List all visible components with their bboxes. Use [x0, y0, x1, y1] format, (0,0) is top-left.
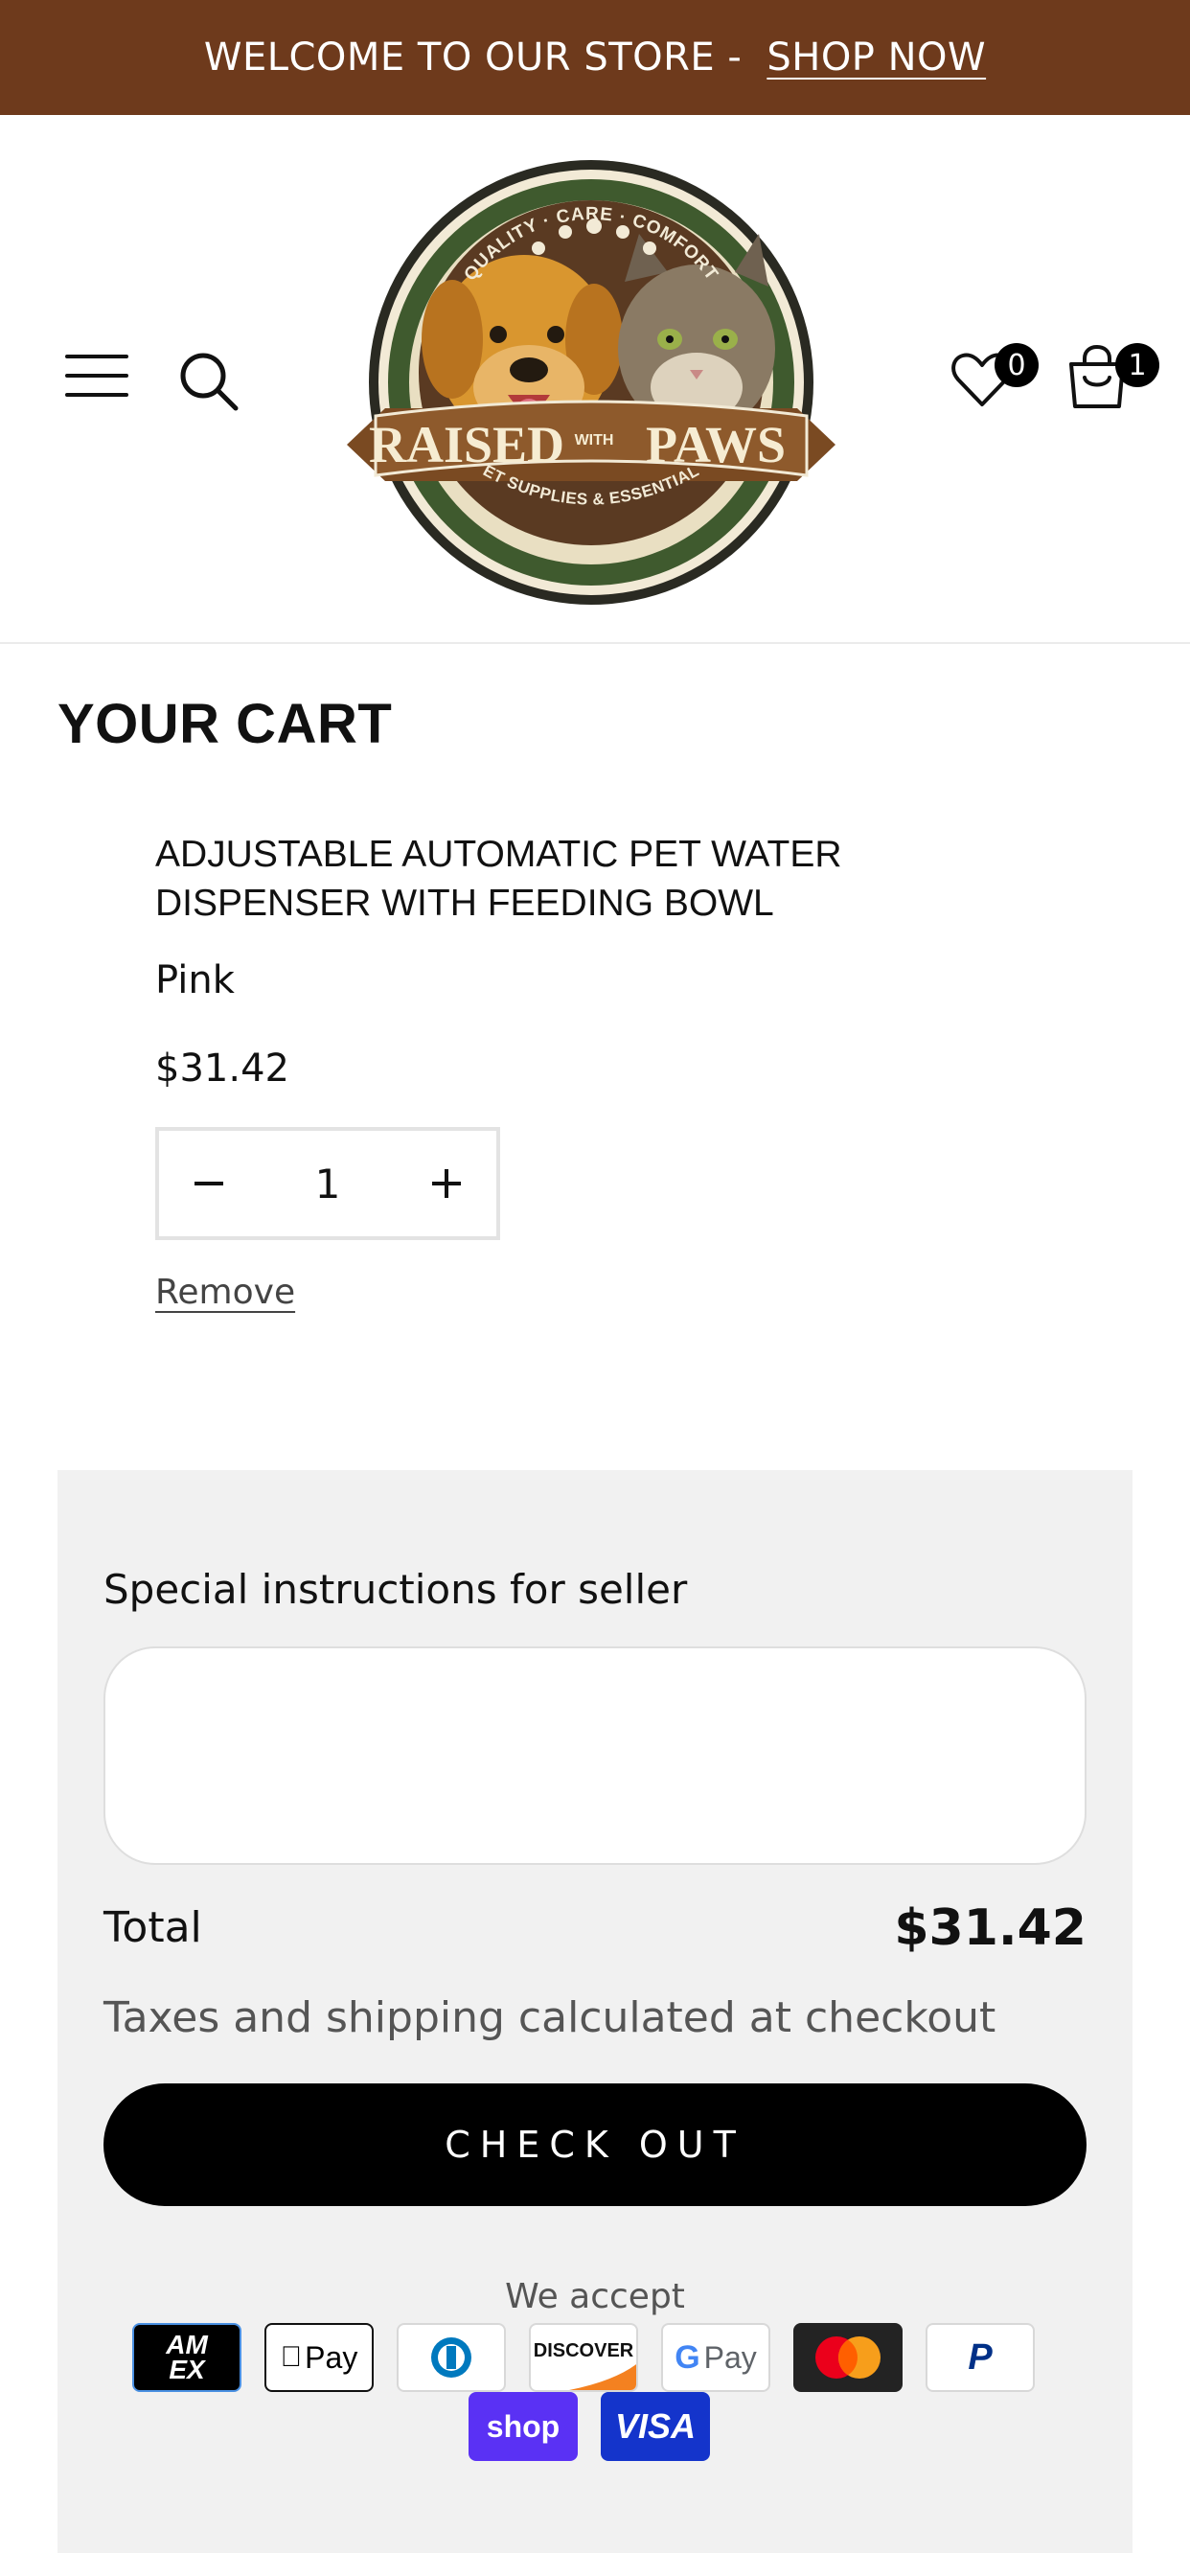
search-icon[interactable]: [178, 351, 240, 412]
shop-pay-text: shop: [486, 2408, 561, 2444]
amex-icon: AM EX: [132, 2323, 241, 2392]
increase-quantity-button[interactable]: [397, 1131, 496, 1236]
total-value: $31.42: [894, 1899, 1087, 1957]
announcement-bar: WELCOME TO OUR STORE - SHOP NOW: [0, 0, 1190, 115]
logo-brand-right: PAWS: [646, 416, 786, 473]
store-logo[interactable]: QUALITY · CARE · COMFORT RAISED WITH PAW…: [347, 157, 835, 608]
discover-text: DISCOVER: [533, 2339, 634, 2361]
mastercard-icon: [793, 2323, 903, 2392]
diners-club-icon: [397, 2323, 506, 2392]
apple-pay-icon:  Pay: [264, 2323, 374, 2392]
shop-now-link[interactable]: SHOP NOW: [767, 35, 986, 80]
total-label: Total: [103, 1903, 202, 1952]
minus-icon: [195, 1182, 223, 1185]
discover-icon: DISCOVER: [529, 2323, 638, 2392]
hamburger-icon[interactable]: [65, 355, 128, 397]
instructions-label: Special instructions for seller: [103, 1566, 688, 1613]
google-pay-text: Pay: [703, 2339, 757, 2375]
cart-summary-panel: Special instructions for seller Total $3…: [57, 1470, 1133, 2553]
page-title: YOUR CART: [57, 693, 393, 755]
apple-pay-text: Pay: [293, 2339, 357, 2375]
quantity-input[interactable]: 1: [259, 1161, 397, 1208]
paypal-text: P: [968, 2336, 993, 2378]
wishlist-count-badge: 0: [995, 343, 1039, 387]
google-pay-icon: G Pay: [661, 2323, 770, 2392]
tax-note: Taxes and shipping calculated at checkou…: [103, 1993, 996, 2042]
remove-item-link[interactable]: Remove: [155, 1273, 295, 1312]
cart-count-badge: 1: [1115, 343, 1159, 387]
instructions-textarea[interactable]: [103, 1646, 1087, 1865]
quantity-stepper: 1: [155, 1127, 500, 1240]
we-accept-label: We accept: [505, 2277, 685, 2316]
paypal-icon: P: [926, 2323, 1035, 2392]
logo-brand-mid: WITH: [575, 432, 614, 448]
shop-pay-icon: shop: [469, 2392, 578, 2461]
checkout-button[interactable]: CHECK OUT: [103, 2083, 1087, 2206]
visa-text: VISA: [614, 2406, 697, 2446]
logo-brand-left: RAISED: [369, 416, 564, 473]
announcement-text: WELCOME TO OUR STORE -: [203, 35, 743, 80]
plus-icon: [432, 1169, 461, 1198]
cart-item-variant: Pink: [155, 958, 235, 1002]
amex-bottom-text: EX: [169, 2355, 205, 2384]
cart-item-title[interactable]: ADJUSTABLE AUTOMATIC PET WATER DISPENSER…: [155, 830, 1018, 928]
decrease-quantity-button[interactable]: [159, 1131, 259, 1236]
google-pay-g: G: [675, 2338, 700, 2376]
cart-item-price: $31.42: [155, 1046, 289, 1091]
visa-icon: VISA: [601, 2392, 710, 2461]
